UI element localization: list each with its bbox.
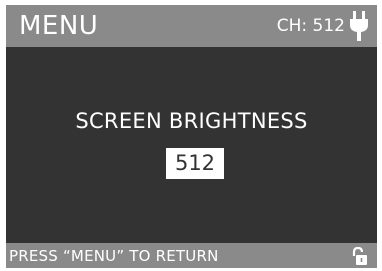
device-screen: MENU CH: 512 SCREEN BRIGHTNESS 512 PRESS… xyxy=(6,5,377,268)
channel-indicator: CH: 512 xyxy=(276,16,345,36)
footer-bar: PRESS “MENU” TO RETURN xyxy=(6,243,377,268)
plug-icon xyxy=(350,11,368,41)
return-hint: PRESS “MENU” TO RETURN xyxy=(9,247,219,265)
menu-title: MENU xyxy=(19,11,99,41)
setting-label: SCREEN BRIGHTNESS xyxy=(75,109,308,133)
header-bar: MENU CH: 512 xyxy=(6,5,377,47)
brightness-value-field[interactable]: 512 xyxy=(166,148,224,179)
unlocked-padlock-icon xyxy=(352,247,367,265)
settings-panel: SCREEN BRIGHTNESS 512 xyxy=(6,47,377,243)
